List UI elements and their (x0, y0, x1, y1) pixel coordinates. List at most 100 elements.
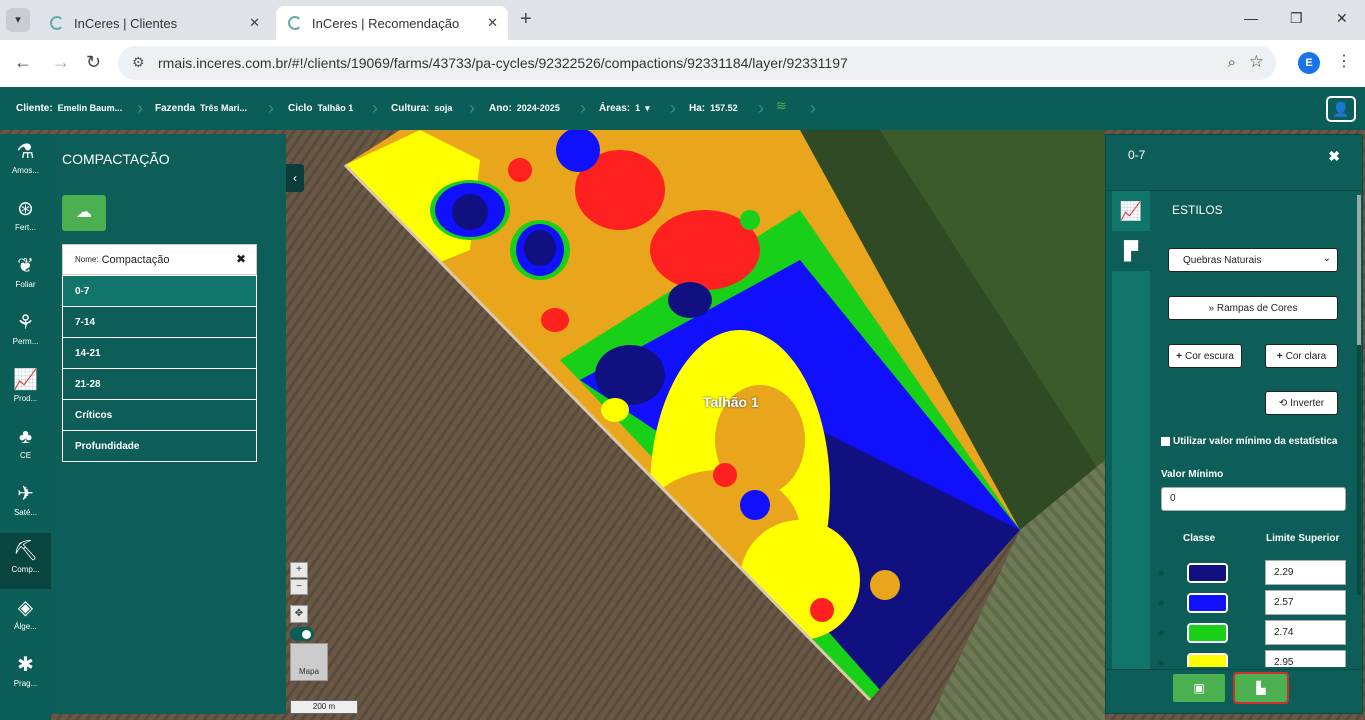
class-limit-input[interactable]: 2.29 (1265, 560, 1346, 585)
close-icon[interactable]: ✖ (1328, 148, 1340, 165)
profile-avatar[interactable]: E (1298, 52, 1320, 74)
tab-search-button[interactable]: ▾ (6, 8, 30, 32)
bug-icon: ✱ (17, 654, 34, 676)
close-window-icon[interactable]: ✕ (1336, 10, 1348, 27)
zoom-in-button[interactable]: + (290, 562, 308, 578)
min-value-label: Valor Mínimo (1161, 469, 1224, 480)
sidebar-item-algebra[interactable]: ◈ Álge... (0, 590, 51, 646)
sidebar-item-pragas[interactable]: ✱ Prag... (0, 647, 51, 703)
collapse-panel-button[interactable]: ‹ (286, 164, 304, 192)
layer-item-21-28[interactable]: 21-28 (62, 368, 257, 400)
plants-icon: ⚘ (16, 312, 35, 334)
restore-icon[interactable]: ❐ (1290, 10, 1303, 27)
class-limit-input[interactable]: 2.74 (1265, 620, 1346, 645)
drag-handle-icon[interactable]: ✱ (1158, 629, 1165, 638)
sidebar-item-satelite[interactable]: ✈ Saté... (0, 476, 51, 532)
layer-item-14-21[interactable]: 14-21 (62, 337, 257, 369)
sidebar-item-permanentes[interactable]: ⚘ Perm... (0, 305, 51, 361)
section-title: ESTILOS (1172, 203, 1223, 217)
class-limit-input[interactable]: 2.57 (1265, 590, 1346, 615)
class-color-swatch[interactable] (1187, 563, 1228, 583)
button-label: Cor escura (1184, 350, 1234, 362)
sidebar-item-ce[interactable]: ♣ CE (0, 419, 51, 475)
site-settings-icon[interactable]: ⚙ (132, 54, 145, 71)
save-button[interactable]: ▣ (1173, 674, 1225, 702)
address-bar-area: ← → ↻ ⚙ rmais.inceres.com.br/#!/clients/… (0, 40, 1365, 87)
checkbox-box[interactable] (1161, 436, 1170, 446)
class-column-header: Classe (1183, 533, 1216, 544)
sidebar-item-compactacao[interactable]: ⛏ Comp... (0, 533, 51, 589)
breadcrumb-separator-icon: › (758, 98, 764, 118)
browser-tab-clientes[interactable]: InCeres | Clientes ✕ (38, 6, 270, 40)
classification-select[interactable]: Quebras Naturais ⌄ (1168, 248, 1338, 272)
invert-button[interactable]: ⟲ Inverter (1265, 391, 1338, 415)
sidebar-item-fertilidade[interactable]: ⊛ Fert... (0, 191, 51, 247)
button-label: » Rampas de Cores (1208, 302, 1298, 314)
class-color-swatch[interactable] (1187, 653, 1228, 667)
drag-handle-icon[interactable]: ✱ (1158, 599, 1165, 608)
zoom-out-button[interactable]: − (290, 579, 308, 595)
plus-icon: + (1176, 350, 1182, 362)
layer-name-header: Nome: Compactação ✖ (62, 244, 257, 275)
layer-toggle-switch[interactable] (290, 627, 314, 641)
light-color-button[interactable]: + Cor clara (1265, 344, 1338, 368)
drag-handle-icon[interactable]: ✱ (1158, 569, 1165, 578)
drag-handle-icon[interactable]: ✱ (1158, 659, 1165, 667)
close-tab-icon[interactable]: ✕ (487, 15, 498, 31)
classification-value: Quebras Naturais (1183, 254, 1262, 266)
breadcrumb-ciclo[interactable]: Ciclo Talhão 1 (288, 103, 353, 114)
styles-panel-title: 0-7 (1128, 148, 1146, 162)
breadcrumb-cliente[interactable]: Cliente: Emelin Baum... (16, 103, 122, 114)
styles-scrollbar[interactable] (1357, 195, 1361, 595)
sidebar-item-foliar[interactable]: ❦ Foliar (0, 248, 51, 304)
pan-icon[interactable]: ✥ (290, 605, 308, 623)
class-row: ✱ 2.29 (1150, 559, 1360, 589)
close-icon[interactable]: ✖ (236, 252, 246, 266)
use-min-checkbox[interactable]: Utilizar valor mínimo da estatística (1161, 435, 1351, 449)
url-text: rmais.inceres.com.br/#!/clients/19069/fa… (158, 55, 848, 71)
class-color-swatch[interactable] (1187, 593, 1228, 613)
layers-icon: ◈ (17, 597, 34, 619)
generate-map-button[interactable]: ▙ (1233, 672, 1289, 704)
close-tab-icon[interactable]: ✕ (249, 15, 260, 31)
breadcrumb-areas[interactable]: Áreas: 1 ▾ (599, 103, 650, 114)
back-icon[interactable]: ← (14, 52, 32, 73)
sidebar-item-amostragem[interactable]: ⚗ Amos... (0, 134, 51, 190)
cloud-upload-icon: ☁ (76, 204, 92, 221)
upload-button[interactable]: ☁ (62, 195, 106, 231)
class-limit-input[interactable]: 2.95 (1265, 650, 1346, 667)
layer-item-0-7[interactable]: 0-7 (62, 275, 257, 307)
minimize-icon[interactable]: — (1244, 10, 1258, 26)
url-input[interactable]: ⚙ rmais.inceres.com.br/#!/clients/19069/… (118, 46, 1276, 80)
leaf-icon: ❦ (17, 255, 34, 277)
paint-roller-tab-icon[interactable]: ▛ (1112, 231, 1150, 271)
basemap-switcher[interactable]: Mapa (290, 643, 328, 681)
browser-menu-icon[interactable]: ⋮ (1336, 51, 1352, 71)
user-icon[interactable]: 👤 (1326, 96, 1356, 122)
chevron-down-icon: ▾ (645, 103, 650, 113)
sidebar-item-produtividade[interactable]: 📈 Prod... (0, 362, 51, 418)
min-value-input[interactable]: 0 (1161, 487, 1346, 511)
layer-item-profundidade[interactable]: Profundidade (62, 430, 257, 462)
color-ramps-button[interactable]: » Rampas de Cores (1168, 296, 1338, 320)
zoom-icon[interactable]: ⌕ (1228, 54, 1236, 71)
tab-title: InCeres | Recomendação (312, 15, 460, 31)
reload-icon[interactable]: ↻ (86, 52, 101, 73)
compaction-panel: COMPACTAÇÃO ☁ Nome: Compactação ✖ 0-7 7-… (51, 134, 286, 714)
sidebar-item-label: Foliar (15, 280, 36, 289)
breadcrumb-cultura[interactable]: Cultura: soja (391, 103, 452, 114)
layer-item-7-14[interactable]: 7-14 (62, 306, 257, 338)
new-tab-button[interactable]: + (520, 8, 532, 31)
breadcrumb-ano[interactable]: Ano: 2024-2025 (489, 103, 560, 114)
forward-icon[interactable]: → (52, 52, 70, 73)
dark-color-button[interactable]: + Cor escura (1168, 344, 1242, 368)
chart-tab-icon[interactable]: 📈 (1112, 191, 1150, 231)
class-color-swatch[interactable] (1187, 623, 1228, 643)
bookmark-star-icon[interactable]: ☆ (1249, 52, 1264, 72)
layer-item-criticos[interactable]: Críticos (62, 399, 257, 431)
browser-tab-recomendacao[interactable]: InCeres | Recomendação ✕ (276, 6, 508, 40)
breadcrumb-separator-icon: › (810, 98, 816, 118)
breadcrumb-separator-icon: › (137, 98, 143, 118)
breadcrumb-fazenda[interactable]: Fazenda Três Mari... (155, 103, 247, 114)
scrollbar-thumb[interactable] (1357, 195, 1361, 345)
